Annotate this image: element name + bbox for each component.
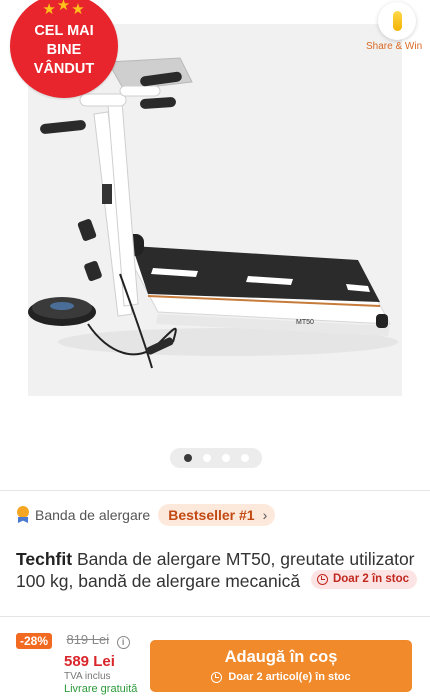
- divider: [0, 616, 430, 617]
- breadcrumb: Banda de alergare Bestseller #1 ›: [16, 504, 276, 526]
- product-brand[interactable]: Techfit: [16, 549, 72, 569]
- deck-model-label: MT50: [296, 319, 314, 326]
- product-title: Techfit Banda de alergare MT50, greutate…: [16, 548, 420, 592]
- gallery-dot[interactable]: [240, 454, 249, 462]
- low-stock-text: Doar 2 în stoc: [332, 573, 410, 585]
- bestseller-rank-chip[interactable]: Bestseller #1 ›: [158, 504, 276, 526]
- share-and-win-button[interactable]: Share & Win: [366, 2, 422, 52]
- add-to-cart-stock-text: Doar 2 articol(e) în stoc: [228, 671, 351, 683]
- gallery-dot[interactable]: [221, 454, 230, 462]
- free-delivery-note: Livrare gratuită: [64, 683, 138, 695]
- gallery-dot[interactable]: [202, 454, 211, 462]
- price-block: -28% 819 Lei i 589 Lei TVA inclus Livrar…: [16, 632, 146, 695]
- coin-icon: [378, 2, 416, 40]
- clock-icon: [316, 574, 328, 585]
- star-icons: ★★★: [42, 0, 86, 18]
- medal-icon: [16, 506, 30, 524]
- badge-line: CEL MAI: [34, 23, 94, 39]
- add-to-cart-label: Adaugă în coș: [224, 648, 338, 666]
- divider: [0, 490, 430, 491]
- discount-badge: -28%: [16, 633, 53, 649]
- vat-note: TVA inclus: [64, 671, 111, 682]
- chevron-right-icon: ›: [262, 507, 268, 523]
- add-to-cart-button[interactable]: Adaugă în coș Doar 2 articol(e) în stoc: [150, 640, 412, 692]
- old-price: 819 Lei: [66, 632, 110, 647]
- gallery-pagination[interactable]: [170, 448, 262, 468]
- badge-line: BINE: [46, 42, 82, 58]
- clock-icon: [211, 671, 223, 683]
- product-gallery[interactable]: MT50 ★★★ CEL MAI BINE VÂNDUT Share & Win: [0, 0, 430, 490]
- info-icon[interactable]: i: [116, 636, 130, 649]
- breadcrumb-category[interactable]: Banda de alergare: [35, 507, 150, 523]
- add-to-cart-stock-note: Doar 2 articol(e) în stoc: [150, 671, 412, 683]
- low-stock-badge: Doar 2 în stoc: [310, 570, 418, 589]
- bestseller-rank-label: Bestseller #1: [168, 507, 255, 523]
- badge-line: VÂNDUT: [33, 61, 95, 77]
- current-price: 589 Lei: [64, 653, 115, 670]
- share-label: Share & Win: [366, 41, 423, 52]
- gallery-dot[interactable]: [183, 454, 192, 462]
